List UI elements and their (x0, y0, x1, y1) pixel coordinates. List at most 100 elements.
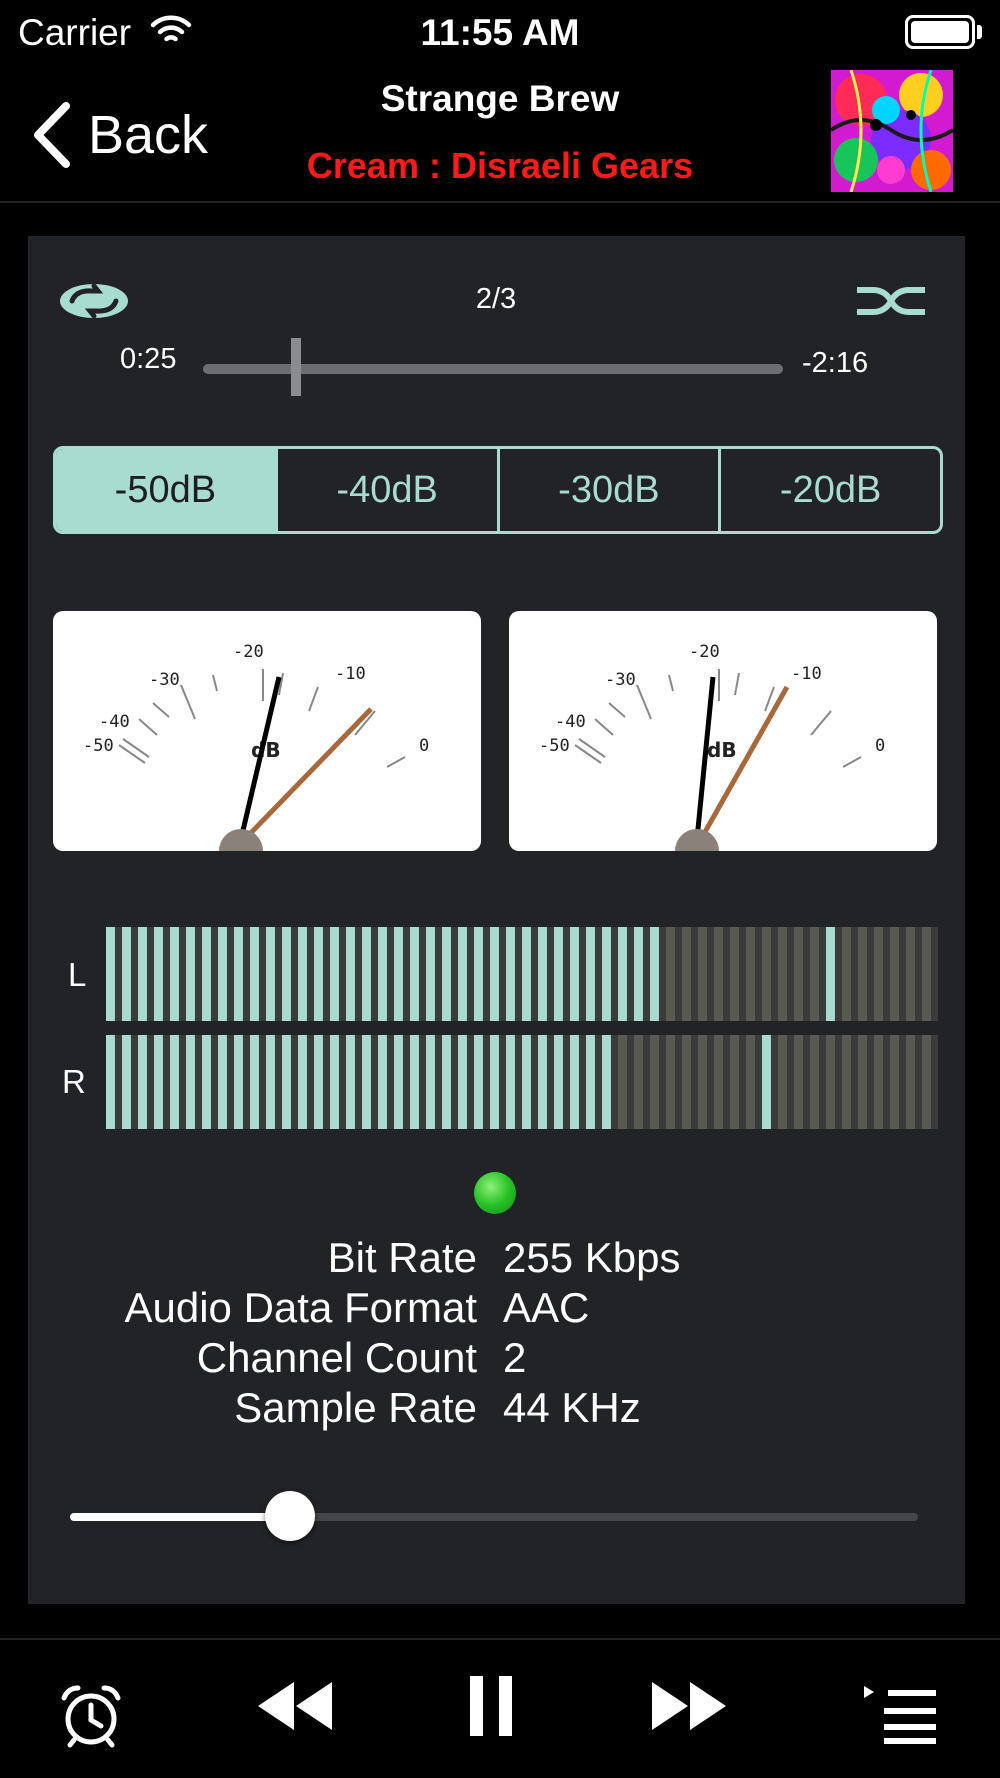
status-led-icon (474, 1172, 516, 1214)
level-bar-right-segment (282, 1035, 291, 1129)
status-time: 11:55 AM (420, 12, 580, 53)
level-bar-right-segment (602, 1035, 611, 1129)
level-bar-left-segment (378, 927, 387, 1021)
level-bar-right-segment (874, 1035, 883, 1129)
level-bar-left-segment (570, 927, 579, 1021)
level-bar-left-segment (810, 927, 819, 1021)
level-bar-right-segment (378, 1035, 387, 1129)
info-value-bit-rate: 255 Kbps (503, 1234, 681, 1281)
battery-tip (977, 25, 982, 39)
level-bar-left-segment (442, 927, 451, 1021)
level-bar-left-segment (298, 927, 307, 1021)
db-option-minus-20[interactable]: -20dB (718, 449, 940, 531)
progress-scrubber-thumb[interactable] (290, 338, 301, 396)
vu-right-unit: dB (707, 738, 737, 762)
level-bar-left-segment (218, 927, 227, 1021)
level-bar-left-segment (490, 927, 499, 1021)
level-bar-left-segment (874, 927, 883, 1021)
level-bar-right-segment (650, 1035, 659, 1129)
remaining-time: -2:16 (802, 347, 869, 379)
level-bar-left-segment (202, 927, 211, 1021)
playlist-icon[interactable] (862, 1684, 938, 1744)
level-bar-right-segment (682, 1035, 691, 1129)
right-channel-label: R (62, 1063, 86, 1100)
level-bar-left-segment (922, 927, 931, 1021)
vu-left-scale-minus-40: -40 (99, 712, 130, 732)
level-bar-right-segment (202, 1035, 211, 1129)
pause-icon[interactable] (468, 1676, 516, 1736)
level-bar-right-segment (106, 1035, 115, 1129)
info-value-sample-rate: 44 KHz (503, 1384, 641, 1431)
level-bar-right-segment (922, 1035, 931, 1129)
level-bar-right-segment (858, 1035, 867, 1129)
info-label-sample-rate: Sample Rate (234, 1384, 477, 1431)
level-bar-left-segment (666, 927, 675, 1021)
info-label-channel-count: Channel Count (196, 1334, 477, 1381)
left-channel-label: L (68, 956, 87, 993)
level-bar-left-segment (474, 927, 483, 1021)
level-bar-right-segment (442, 1035, 451, 1129)
db-range-segmented-control[interactable]: -50dB -40dB -30dB -20dB (53, 446, 943, 534)
vu-left-scale-minus-10: -10 (335, 664, 366, 684)
vu-left-scale-minus-30: -30 (149, 670, 180, 690)
battery-icon (905, 15, 975, 49)
level-bar-left-segment (426, 927, 435, 1021)
level-bar-right-segment (666, 1035, 675, 1129)
rewind-icon[interactable] (254, 1680, 334, 1732)
level-bar-right-segment (778, 1035, 787, 1129)
vu-left-scale-minus-50: -50 (83, 736, 114, 756)
level-bar-right-segment (522, 1035, 531, 1129)
track-counter: 2/3 (475, 283, 517, 315)
level-bar-right-segment (794, 1035, 803, 1129)
level-bar-left-segment (714, 927, 723, 1021)
vu-right-scale-minus-50: -50 (539, 736, 570, 756)
db-option-minus-50[interactable]: -50dB (56, 449, 275, 531)
vu-meter-right: -50 -40 -30 -20 -10 0 dB (509, 611, 937, 851)
level-bar-right-segment (394, 1035, 403, 1129)
level-bar-right-segment (586, 1035, 595, 1129)
back-button[interactable]: Back (30, 95, 208, 175)
level-bar-left-segment (234, 927, 243, 1021)
level-bar-right-segment (266, 1035, 275, 1129)
vu-left-needle (243, 707, 373, 841)
level-bar-right-segment (234, 1035, 243, 1129)
level-bar-right (106, 1035, 938, 1129)
level-bar-right-segment (250, 1035, 259, 1129)
shuffle-icon[interactable] (855, 282, 927, 320)
album-artwork[interactable] (831, 70, 953, 192)
level-bar-right-segment (762, 1035, 771, 1129)
vu-right-scale-minus-10: -10 (791, 664, 822, 684)
level-bar-left-segment (746, 927, 755, 1021)
db-option-minus-40[interactable]: -40dB (274, 449, 497, 531)
level-bar-right-segment (842, 1035, 851, 1129)
level-bar-right-segment (122, 1035, 131, 1129)
level-bar-left-segment (154, 927, 163, 1021)
level-bar-left-segment (282, 927, 291, 1021)
level-bar-right-segment (410, 1035, 419, 1129)
level-bar-right-segment (570, 1035, 579, 1129)
level-bar-left-segment (346, 927, 355, 1021)
level-bar-right-segment (186, 1035, 195, 1129)
nav-divider (0, 201, 1000, 203)
level-bar-left-segment (266, 927, 275, 1021)
level-bar-right-segment (890, 1035, 899, 1129)
level-bar-right-segment (138, 1035, 147, 1129)
fast-forward-icon[interactable] (650, 1680, 730, 1732)
vu-left-scale-minus-20: -20 (233, 642, 264, 662)
level-bar-right-segment (906, 1035, 915, 1129)
repeat-icon[interactable] (58, 282, 130, 320)
vu-right-scale-minus-30: -30 (605, 670, 636, 690)
back-label: Back (88, 105, 209, 165)
alarm-clock-icon[interactable] (58, 1682, 124, 1748)
level-bar-left-segment (602, 927, 611, 1021)
level-bar-left-segment (618, 927, 627, 1021)
info-value-channel-count: 2 (503, 1334, 527, 1381)
level-bar-right-segment (346, 1035, 355, 1129)
db-option-minus-30[interactable]: -30dB (496, 449, 719, 531)
chevron-left-icon (34, 102, 70, 168)
level-bar-left-segment (186, 927, 195, 1021)
info-value-audio-format: AAC (503, 1284, 590, 1331)
vu-meter-left: -50 -40 -30 -20 -10 0 dB (53, 611, 481, 851)
vu-right-needle (698, 685, 790, 841)
level-bar-right-segment (826, 1035, 835, 1129)
